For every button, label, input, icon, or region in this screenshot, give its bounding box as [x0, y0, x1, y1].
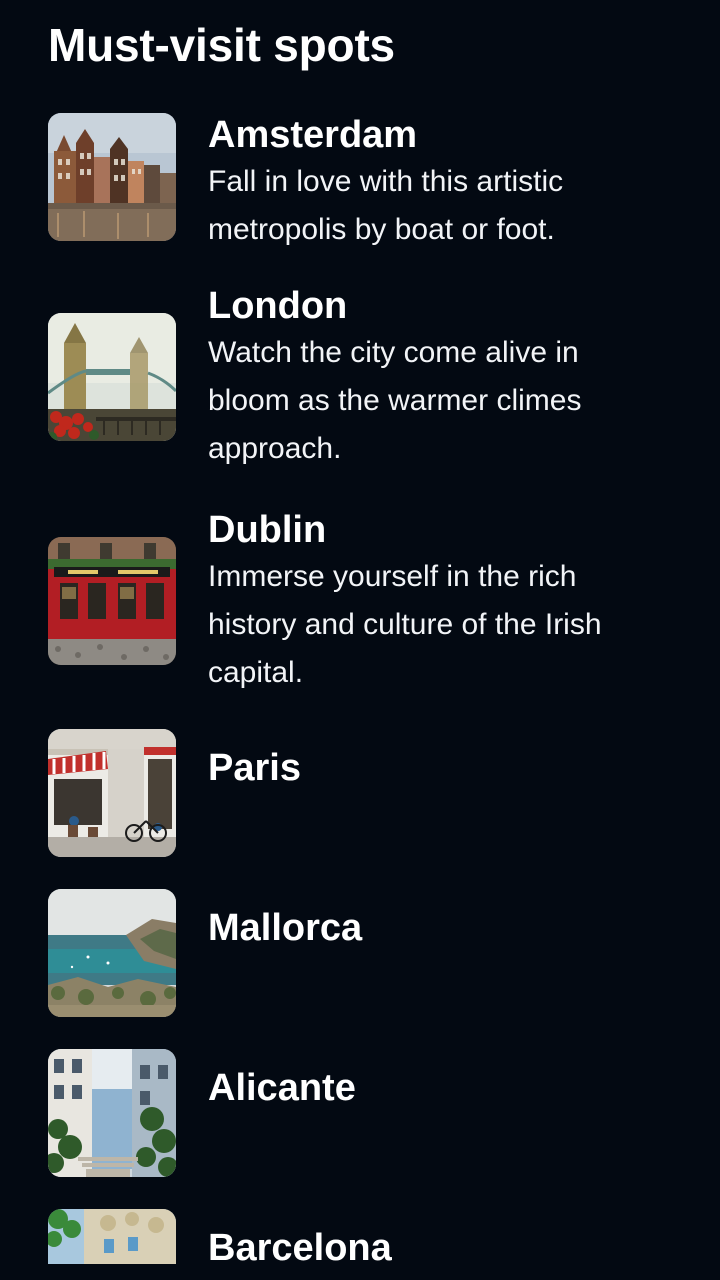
spot-item-paris[interactable]: Paris	[48, 728, 688, 858]
amsterdam-photo	[48, 113, 176, 241]
spot-name: Dublin	[208, 509, 327, 551]
dublin-photo	[48, 537, 176, 665]
paris-photo	[48, 729, 176, 857]
spot-item-mallorca[interactable]: Mallorca	[48, 888, 688, 1018]
spot-description: Fall in love with this artistic metropol…	[208, 165, 564, 246]
must-visit-screen: Must-visit spots Amsterdam Fall in love …	[0, 0, 720, 1280]
mallorca-photo	[48, 889, 176, 1017]
spot-item-alicante[interactable]: Alicante	[48, 1048, 688, 1178]
spot-name: Mallorca	[208, 907, 363, 949]
spot-name: Alicante	[208, 1067, 356, 1109]
spot-description: Watch the city come alive in bloom as th…	[208, 336, 582, 465]
london-photo	[48, 313, 176, 441]
bottom-edge-fade	[0, 1264, 720, 1280]
spot-name: Amsterdam	[208, 114, 418, 156]
alicante-photo	[48, 1049, 176, 1177]
spot-item-dublin[interactable]: Dublin Immerse yourself in the rich hist…	[48, 509, 688, 702]
spot-description: Immerse yourself in the rich history and…	[208, 560, 602, 689]
page-title: Must-visit spots	[48, 19, 395, 71]
spot-name: London	[208, 285, 348, 327]
spot-item-amsterdam[interactable]: Amsterdam Fall in love with this artisti…	[48, 112, 688, 252]
spot-name: Paris	[208, 747, 301, 789]
spot-item-london[interactable]: London Watch the city come alive in bloo…	[48, 285, 688, 478]
